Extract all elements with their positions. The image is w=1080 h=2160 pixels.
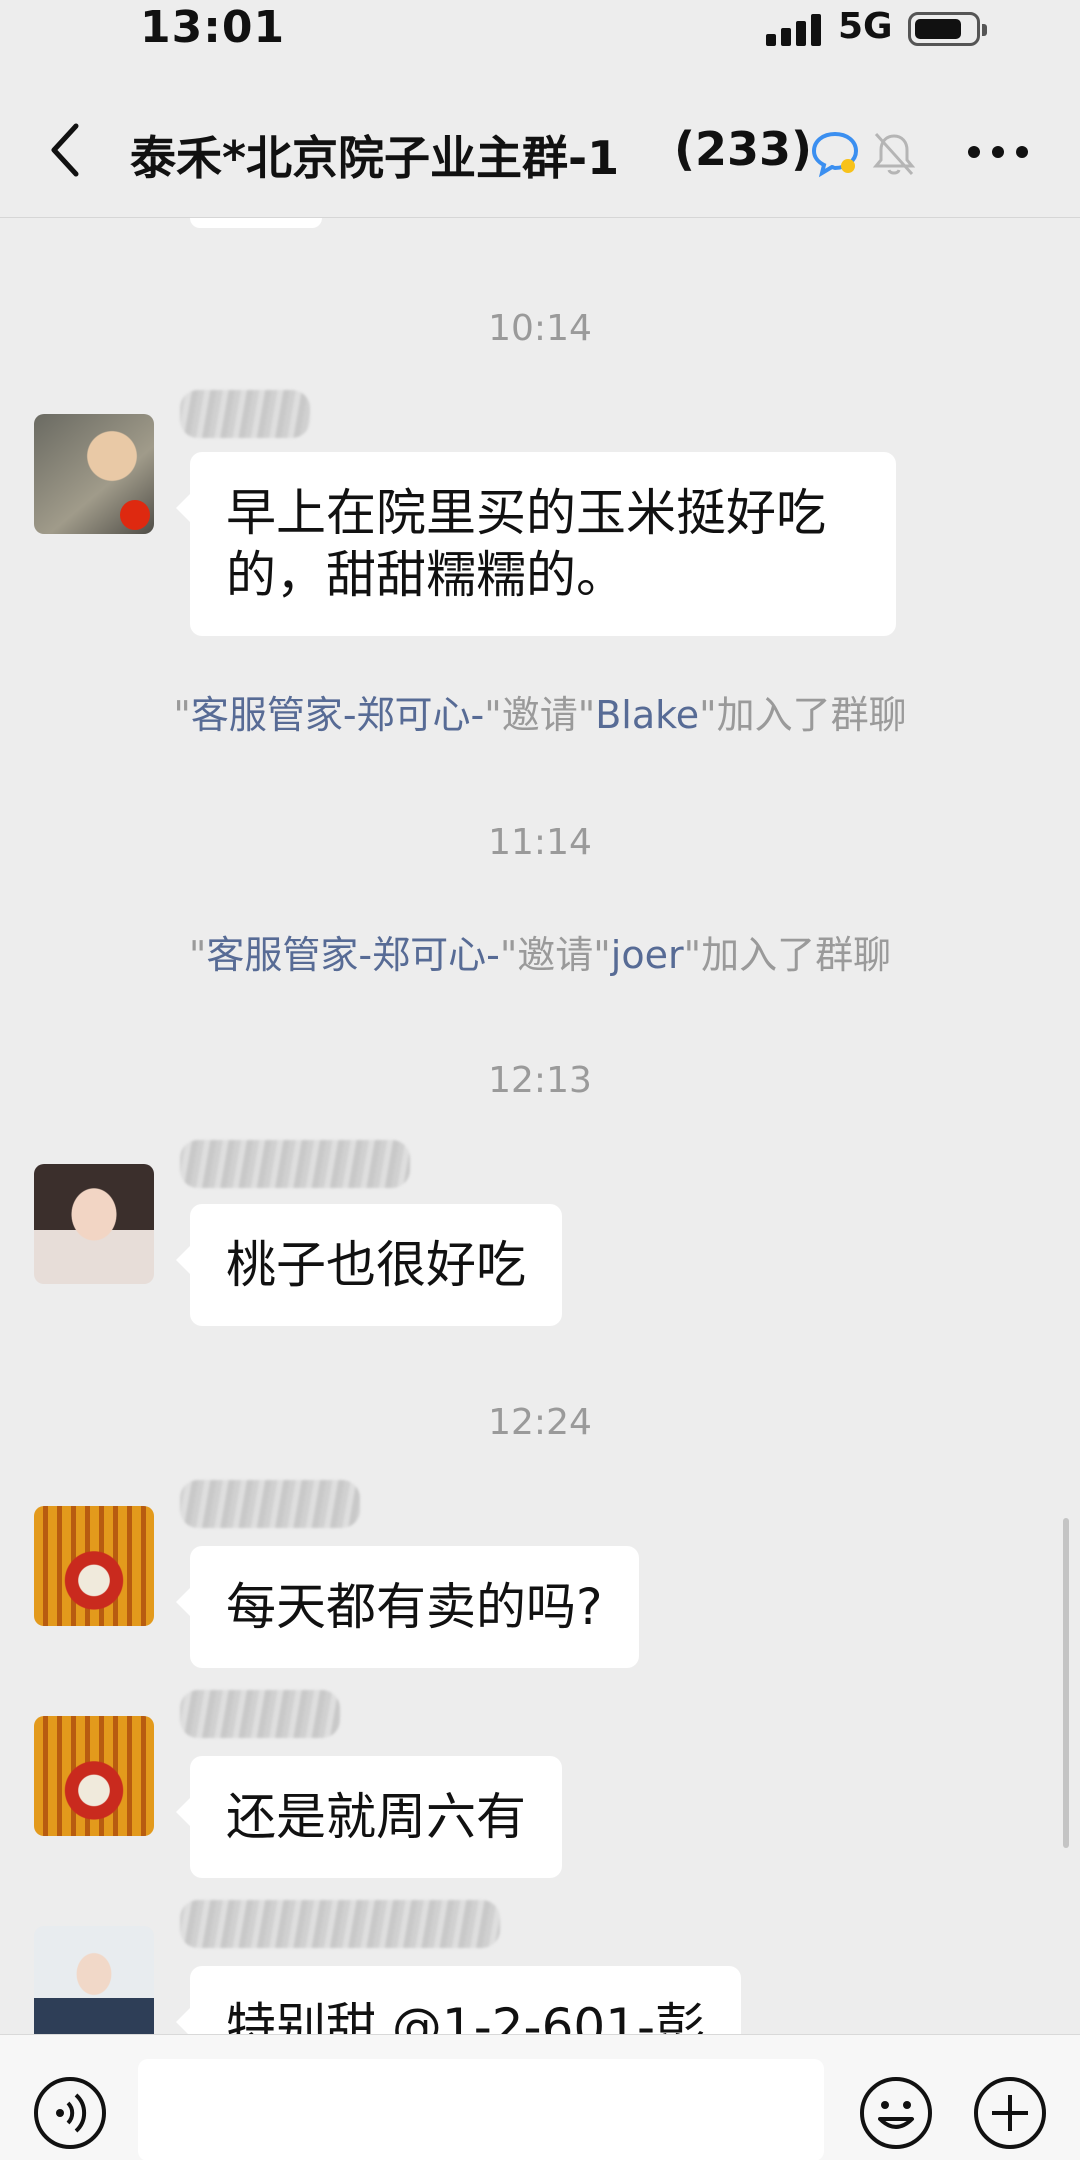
more-icon[interactable] [968, 146, 1028, 160]
time-stamp: 10:14 [488, 308, 592, 349]
network-label: 5G [838, 6, 893, 47]
sender-name [180, 1900, 500, 1948]
back-icon[interactable] [44, 120, 84, 180]
sender-name [180, 390, 310, 438]
signal-icon [766, 12, 822, 46]
inviter-link[interactable]: 客服管家-郑可心- [191, 693, 484, 737]
system-message: "客服管家-郑可心-"邀请"Blake"加入了群聊 [173, 693, 907, 737]
system-message: "客服管家-郑可心-"邀请"joer"加入了群聊 [188, 933, 892, 977]
avatar[interactable] [34, 1926, 154, 2046]
emoji-icon[interactable] [858, 2075, 934, 2151]
time-stamp: 11:14 [488, 822, 592, 863]
message-bubble[interactable]: 早上在院里买的玉米挺好吃的，甜甜糯糯的。 [176, 452, 896, 636]
avatar[interactable] [34, 1716, 154, 1836]
chat-icon[interactable] [810, 128, 860, 178]
avatar[interactable] [34, 1164, 154, 1284]
plus-icon[interactable] [972, 2075, 1048, 2151]
message-input[interactable] [138, 2059, 824, 2160]
chat-header: 泰禾*北京院子业主群-1 (233) [0, 58, 1080, 218]
message-bubble[interactable]: 还是就周六有 [176, 1756, 562, 1878]
time-stamp: 12:24 [488, 1402, 592, 1443]
invitee-link[interactable]: Blake [595, 693, 699, 737]
sender-name [180, 1690, 340, 1738]
sender-name [180, 1480, 360, 1528]
avatar[interactable] [34, 414, 154, 534]
time-stamp: 12:13 [488, 1060, 592, 1101]
status-time: 13:01 [140, 2, 286, 53]
scrollbar[interactable] [1063, 1518, 1069, 1848]
voice-icon[interactable] [32, 2075, 108, 2151]
message-bubble[interactable]: 每天都有卖的吗? [176, 1546, 639, 1668]
inviter-link[interactable]: 客服管家-郑可心- [206, 933, 499, 977]
mute-icon[interactable] [872, 130, 916, 178]
battery-icon [908, 12, 987, 46]
member-count[interactable]: (233) [670, 122, 813, 176]
avatar[interactable] [34, 1506, 154, 1626]
message-bubble[interactable]: 桃子也很好吃 [176, 1204, 562, 1326]
invitee-link[interactable]: joer [611, 933, 684, 977]
status-bar: 13:01 5G [0, 0, 1080, 58]
sender-name [180, 1140, 410, 1188]
input-bar [0, 2034, 1080, 2160]
